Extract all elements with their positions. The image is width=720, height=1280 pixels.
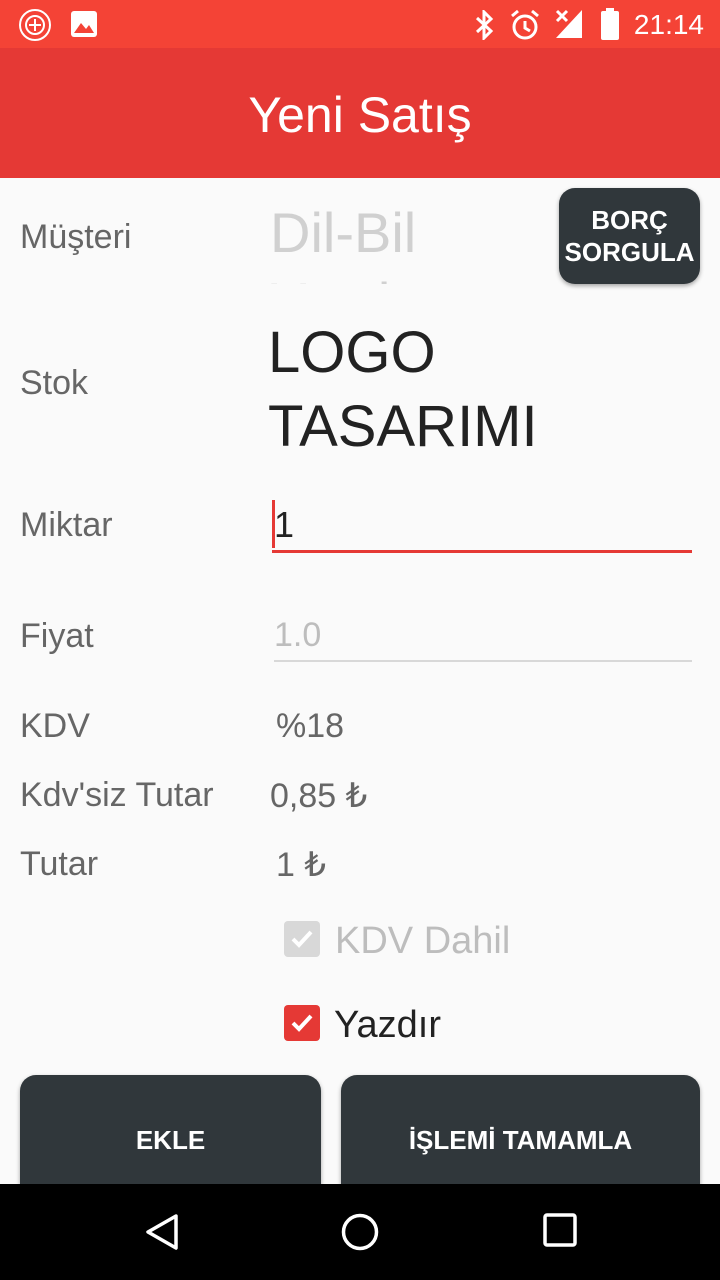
stock-label: Stok <box>20 364 89 402</box>
net-amount-value: 0,85 ₺ <box>270 777 368 815</box>
checkmark-icon <box>291 1014 313 1032</box>
price-label: Fiyat <box>20 617 94 655</box>
battery-icon <box>601 8 619 40</box>
image-notification-icon <box>71 11 97 37</box>
quantity-input-value: 1 <box>274 504 295 545</box>
alarm-icon <box>511 9 539 40</box>
total-value: 1 ₺ <box>276 846 326 884</box>
price-input[interactable]: 1.0 <box>274 612 692 662</box>
navigation-bar <box>0 1184 720 1280</box>
app-notification-icon <box>19 9 51 41</box>
app-bar: Yeni Satış <box>0 48 720 178</box>
vat-included-checkbox[interactable] <box>284 921 320 957</box>
quantity-label: Miktar <box>20 506 113 544</box>
signal-icon <box>555 9 582 38</box>
page-title: Yeni Satış <box>248 87 472 143</box>
status-bar: 21:14 <box>0 0 720 48</box>
print-label: Yazdır <box>334 1004 442 1046</box>
clock: 21:14 <box>633 9 704 40</box>
checkmark-icon <box>291 930 313 948</box>
customer-value: Dil-Bil Yazılım Tasarım <box>270 201 453 284</box>
customer-label: Müşteri <box>20 218 132 256</box>
quantity-input[interactable]: 1 <box>272 500 692 553</box>
home-icon[interactable] <box>340 1212 380 1252</box>
vat-label: KDV <box>20 707 90 745</box>
print-checkbox[interactable] <box>284 1005 320 1041</box>
back-icon[interactable] <box>142 1212 182 1252</box>
vat-value: %18 <box>276 707 345 745</box>
recents-icon[interactable] <box>542 1212 578 1248</box>
bluetooth-icon <box>475 10 494 40</box>
debt-query-button[interactable]: BORÇ SORGULA <box>559 188 700 284</box>
price-input-placeholder: 1.0 <box>274 616 322 654</box>
stock-value[interactable]: LOGO TASARIMI <box>268 316 568 464</box>
net-amount-label: Kdv'siz Tutar <box>20 776 214 814</box>
vat-included-label: KDV Dahil <box>335 920 511 962</box>
total-label: Tutar <box>20 845 99 883</box>
